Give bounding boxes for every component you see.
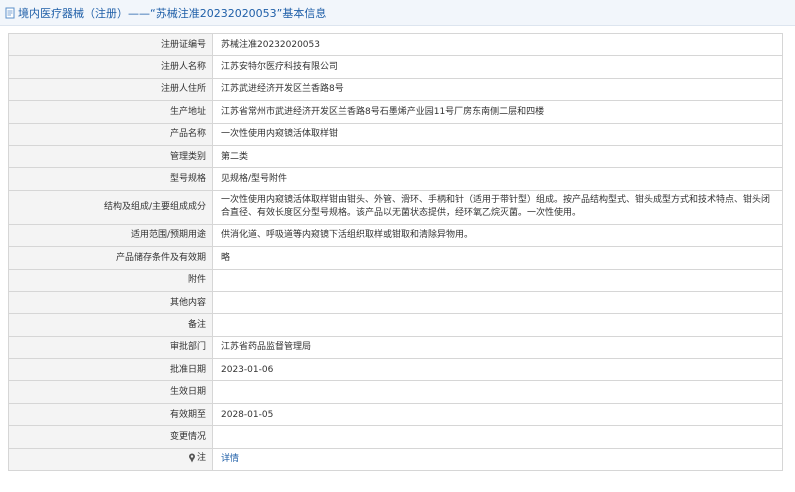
field-label: 生效日期 <box>8 380 213 404</box>
table-row: 附件 <box>8 268 783 292</box>
field-value: 江苏安特尔医疗科技有限公司 <box>212 55 783 79</box>
table-row: 其他内容 <box>8 290 783 315</box>
field-label: 其他内容 <box>8 290 213 315</box>
field-label: 注册人名称 <box>8 55 213 79</box>
table-row: 审批部门 江苏省药品监督管理局 <box>8 335 783 360</box>
note-label-cell: 注 <box>8 447 213 472</box>
field-label: 产品名称 <box>8 122 213 146</box>
field-value <box>212 425 783 449</box>
field-value: 江苏武进经济开发区兰香路8号 <box>212 77 783 102</box>
field-value: 2028-01-05 <box>212 402 783 427</box>
field-label: 附件 <box>8 268 213 292</box>
table-row: 备注 <box>8 313 783 337</box>
page-title: 境内医疗器械（注册）——“苏械注准20232020053”基本信息 <box>18 6 327 20</box>
table-row: 管理类别 第二类 <box>8 144 783 169</box>
table-row: 生效日期 <box>8 380 783 404</box>
field-value <box>212 268 783 292</box>
note-row: 注 详情 <box>8 447 783 472</box>
note-label: 注 <box>188 452 206 464</box>
field-value: 一次性使用内窥镜活体取样钳 <box>212 122 783 146</box>
table-row: 适用范围/预期用途 供消化道、呼吸道等内窥镜下活组织取样或钳取和清除异物用。 <box>8 223 783 248</box>
table-row: 生产地址 江苏省常州市武进经济开发区兰香路8号石墨烯产业园11号厂房东南侧二层和… <box>8 100 783 124</box>
field-value <box>212 313 783 337</box>
field-value: 一次性使用内窥镜活体取样钳由钳头、外管、滑环、手柄和针（适用于带针型）组成。按产… <box>212 189 783 225</box>
field-value: 江苏省药品监督管理局 <box>212 335 783 360</box>
table-row: 批准日期 2023-01-06 <box>8 358 783 382</box>
field-value: 略 <box>212 246 783 270</box>
field-value: 2023-01-06 <box>212 358 783 382</box>
page: 境内医疗器械（注册）——“苏械注准20232020053”基本信息 注册证编号 … <box>0 0 795 492</box>
field-value: 苏械注准20232020053 <box>212 32 783 57</box>
field-value: 供消化道、呼吸道等内窥镜下活组织取样或钳取和清除异物用。 <box>212 223 783 248</box>
table-row: 有效期至 2028-01-05 <box>8 402 783 427</box>
field-value <box>212 380 783 404</box>
field-label: 注册人住所 <box>8 77 213 102</box>
document-icon <box>5 7 15 18</box>
field-label: 变更情况 <box>8 425 213 449</box>
table-row: 注册人住所 江苏武进经济开发区兰香路8号 <box>8 77 783 102</box>
note-label-text: 注 <box>196 452 206 463</box>
note-value: 详情 <box>212 447 783 472</box>
field-label: 审批部门 <box>8 335 213 360</box>
table-row: 产品名称 一次性使用内窥镜活体取样钳 <box>8 122 783 146</box>
field-label: 注册证编号 <box>8 32 213 57</box>
table-row: 结构及组成/主要组成成分 一次性使用内窥镜活体取样钳由钳头、外管、滑环、手柄和针… <box>8 189 783 225</box>
field-value: 江苏省常州市武进经济开发区兰香路8号石墨烯产业园11号厂房东南侧二层和四楼 <box>212 100 783 124</box>
field-label: 结构及组成/主要组成成分 <box>8 189 213 225</box>
table-row: 注册人名称 江苏安特尔医疗科技有限公司 <box>8 55 783 79</box>
field-label: 型号规格 <box>8 167 213 191</box>
field-label: 产品储存条件及有效期 <box>8 246 213 270</box>
field-label: 管理类别 <box>8 144 213 169</box>
table-row: 变更情况 <box>8 425 783 449</box>
table-row: 注册证编号 苏械注准20232020053 <box>8 32 783 57</box>
field-value <box>212 290 783 315</box>
header-bar: 境内医疗器械（注册）——“苏械注准20232020053”基本信息 <box>0 0 795 26</box>
pin-icon <box>188 453 195 463</box>
field-value: 第二类 <box>212 144 783 169</box>
field-label: 备注 <box>8 313 213 337</box>
table-row: 产品储存条件及有效期 略 <box>8 246 783 270</box>
field-label: 有效期至 <box>8 402 213 427</box>
info-table: 注册证编号 苏械注准20232020053 注册人名称 江苏安特尔医疗科技有限公… <box>8 32 783 472</box>
details-link[interactable]: 详情 <box>221 454 239 464</box>
field-value: 见规格/型号附件 <box>212 167 783 191</box>
field-label: 生产地址 <box>8 100 213 124</box>
table-row: 型号规格 见规格/型号附件 <box>8 167 783 191</box>
field-label: 适用范围/预期用途 <box>8 223 213 248</box>
field-label: 批准日期 <box>8 358 213 382</box>
